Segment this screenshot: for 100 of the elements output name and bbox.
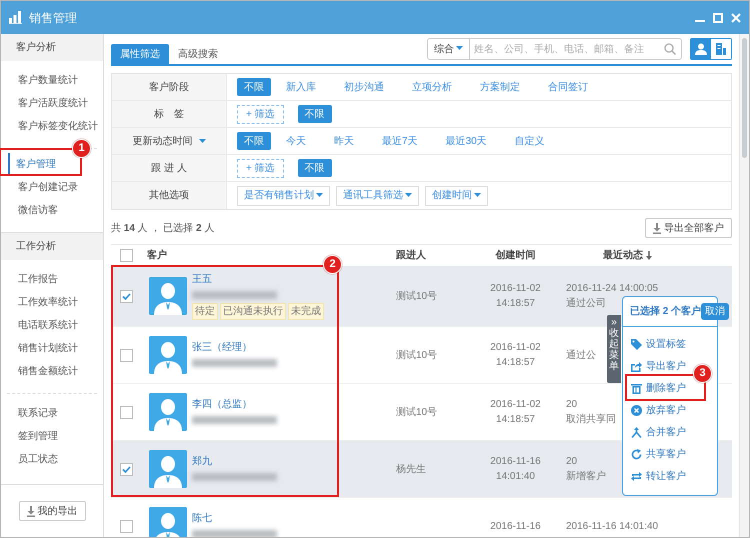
status-tag: 待定	[192, 303, 218, 320]
sidebar-item[interactable]: 签到管理	[1, 425, 58, 448]
add-filter-button[interactable]: + 筛选	[237, 158, 284, 178]
filter-dropdown[interactable]: 创建时间	[425, 186, 488, 206]
filter-option[interactable]: 新入库	[279, 78, 323, 96]
column-header[interactable]: 创建时间	[496, 250, 536, 261]
row-checkbox[interactable]	[120, 406, 132, 418]
panel-menu-item[interactable]: 设置标签	[623, 333, 692, 355]
filter-option[interactable]: 不限	[298, 159, 332, 177]
filter-label: 跟 进 人	[112, 155, 227, 181]
activity-text: 2016-11-24 14:00:05	[566, 282, 658, 296]
filter-dropdown[interactable]: 通讯工具筛选	[336, 186, 419, 206]
customer-name[interactable]: 陈七	[192, 510, 277, 526]
activity-text: 新增客户	[566, 470, 606, 484]
activity-text: 20	[566, 398, 578, 412]
sidebar-item[interactable]: 联系记录	[1, 402, 58, 425]
bar-chart-icon	[9, 11, 23, 24]
search-field[interactable]: 综合 姓名、公司、手机、电话、邮箱、备注	[427, 38, 682, 60]
filter-option[interactable]: 今天	[279, 132, 313, 150]
search-icon[interactable]	[664, 43, 676, 55]
panel-menu-item[interactable]: 合并客户	[623, 421, 692, 443]
status-tag: 未完成	[288, 303, 324, 320]
activity-text: 取消共享同	[566, 412, 616, 427]
selection-count-text: 已选择 2 个客户	[630, 304, 702, 319]
sidebar-item[interactable]: 销售计划统计	[1, 337, 78, 360]
customer-name[interactable]: 郑九	[192, 454, 277, 468]
caret-icon	[474, 193, 481, 198]
row-checkbox[interactable]	[120, 462, 132, 476]
filter-option[interactable]: 不限	[237, 132, 271, 150]
sidebar-item[interactable]: 销售金额统计	[1, 360, 78, 383]
sidebar-item[interactable]: 工作效率统计	[1, 291, 78, 314]
column-header[interactable]: 跟进人	[396, 250, 426, 261]
column-header[interactable]: 客户	[147, 248, 167, 263]
my-export-button[interactable]: 我的导出	[18, 501, 86, 521]
row-checkbox[interactable]	[120, 348, 132, 362]
panel-menu-item[interactable]: 转让客户	[623, 465, 692, 487]
share-icon	[631, 448, 642, 460]
filter-option[interactable]: 最近30天	[438, 132, 494, 150]
filter-option[interactable]: 方案制定	[473, 78, 527, 96]
sidebar-item[interactable]: 员工状态	[1, 448, 58, 471]
panel-menu-item[interactable]: 导出客户	[623, 355, 692, 377]
person-view-button[interactable]	[691, 39, 711, 59]
activity-text: 通过公司	[566, 296, 606, 311]
sidebar-item[interactable]: 微信访客	[1, 199, 58, 222]
filter-option[interactable]: 自定义	[508, 132, 552, 150]
filter-label: 标 签	[112, 101, 227, 127]
x-circle-icon	[631, 404, 642, 416]
merge-arrows-icon	[631, 426, 642, 438]
trash-icon	[631, 382, 642, 394]
filter-option[interactable]: 不限	[298, 105, 332, 123]
filter-option[interactable]: 不限	[237, 78, 271, 96]
export-all-button[interactable]: 导出全部客户	[645, 218, 732, 238]
maximize-icon[interactable]	[713, 12, 723, 22]
scrollbar[interactable]	[739, 34, 749, 537]
filter-option[interactable]: 初步沟通	[337, 78, 391, 96]
table-row[interactable]: 陈七 2016-11-16 2016-11-16 14:01:40	[111, 498, 732, 537]
section-heading: 客户分析	[1, 34, 103, 61]
filter-option[interactable]: 合同签订	[541, 78, 595, 96]
avatar-silhouette	[149, 450, 187, 488]
owner-text: 测试10号	[396, 290, 438, 302]
filter-dropdown[interactable]: 是否有销售计划	[237, 186, 330, 206]
sidebar-item[interactable]: 电话联系统计	[1, 314, 78, 337]
tab[interactable]: 高级搜索	[169, 44, 227, 64]
swap-arrows-icon	[631, 470, 642, 482]
section-heading: 工作分析	[1, 233, 103, 260]
person-icon	[695, 43, 707, 55]
row-checkbox[interactable]	[120, 290, 132, 302]
filter-dropdown[interactable]: 更新动态时间	[112, 128, 227, 154]
select-all-checkbox[interactable]	[120, 249, 132, 262]
filter-option[interactable]: 最近7天	[375, 132, 425, 150]
customer-name[interactable]: 张三（经理）	[192, 340, 277, 354]
date-text: 14:01:40	[495, 470, 536, 484]
summary-text: 共 14 人 ， 已选择 2 人	[111, 222, 214, 236]
sidebar-item[interactable]: 工作报告	[1, 268, 58, 291]
customer-name[interactable]: 王五	[192, 272, 326, 287]
close-icon[interactable]	[731, 12, 741, 22]
owner-text: 测试10号	[396, 406, 438, 418]
date-text: 2016-11-02	[489, 282, 542, 296]
date-text: 14:18:57	[495, 413, 536, 427]
sidebar-item[interactable]: 客户标签变化统计	[1, 115, 98, 138]
filter-option[interactable]: 昨天	[327, 132, 361, 150]
add-filter-button[interactable]: + 筛选	[237, 104, 284, 124]
sidebar-item[interactable]: 客户活跃度统计	[1, 92, 88, 115]
building-icon	[715, 43, 727, 55]
filter-option[interactable]: 立项分析	[405, 78, 459, 96]
sidebar-item[interactable]: 客户数量统计	[1, 69, 78, 92]
date-text: 14:18:57	[495, 297, 536, 311]
customer-name[interactable]: 李四（总监）	[192, 396, 277, 412]
sidebar-item[interactable]: 客户创建记录	[1, 176, 78, 199]
sidebar-item[interactable]: 客户管理	[8, 153, 56, 176]
panel-menu-item[interactable]: 放弃客户	[623, 399, 692, 421]
row-checkbox[interactable]	[120, 520, 132, 532]
collapse-menu[interactable]: » 收起菜单	[607, 315, 621, 383]
column-header[interactable]: 最近动态	[603, 250, 643, 261]
panel-menu-item[interactable]: 共享客户	[623, 443, 692, 465]
avatar-silhouette	[149, 507, 187, 537]
tab[interactable]: 属性筛选	[111, 44, 169, 64]
date-text: 2016-11-02	[489, 341, 542, 355]
cancel-button[interactable]: 取消	[701, 303, 730, 320]
activity-text: 20	[566, 455, 578, 469]
